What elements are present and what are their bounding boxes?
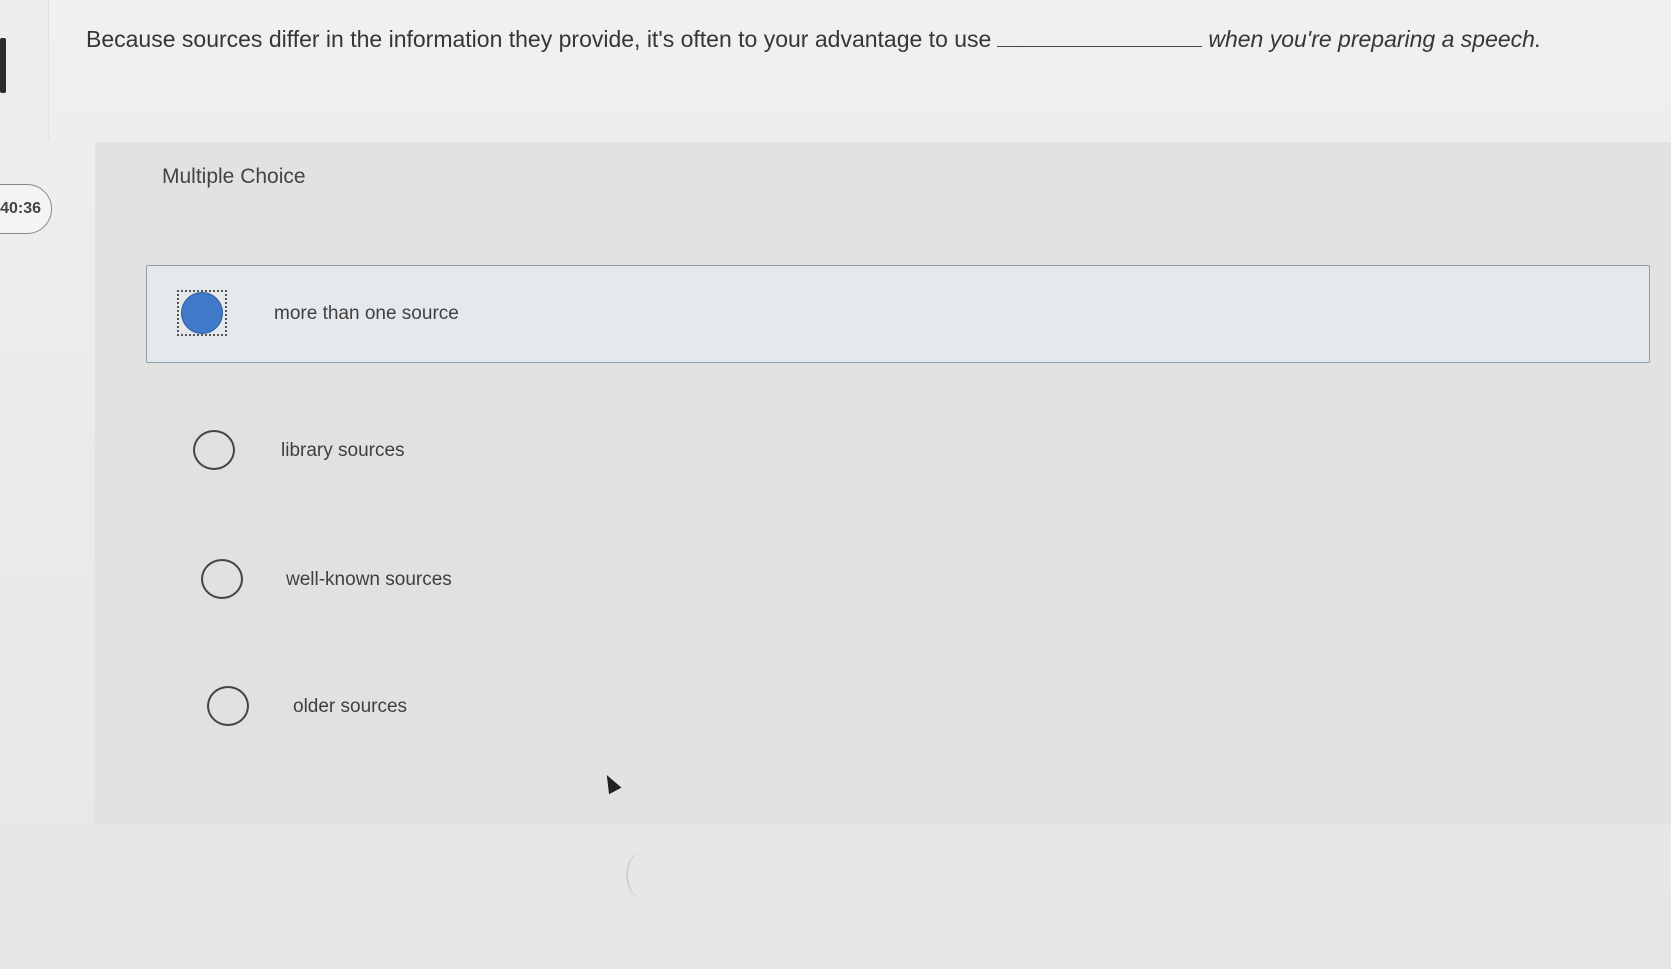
timer-badge[interactable]: 40:36 [0,184,52,234]
option-label: more than one source [274,303,459,324]
radio-button-selected[interactable] [181,292,223,334]
question-before: Because sources differ in the informatio… [86,26,992,52]
question-type-label: Multiple Choice [162,165,306,188]
answer-blank [997,28,1203,47]
radio-button[interactable] [193,430,235,470]
timer-text: 40:36 [0,200,41,217]
radio-button[interactable] [207,686,249,726]
screen-smudge [626,852,658,898]
option-label: well-known sources [286,569,452,590]
option-label: library sources [281,440,405,461]
question-after: when you're preparing a speech. [1208,26,1542,52]
option-label: older sources [293,696,408,717]
left-progress-marker [0,38,6,93]
left-panel-edge [0,0,49,140]
radio-button[interactable] [201,559,243,599]
option-well-known-sources[interactable]: well-known sources [165,528,1625,618]
option-more-than-one-source[interactable]: more than one source [146,265,1650,363]
option-older-sources[interactable]: older sources [170,655,1615,745]
option-library-sources[interactable]: library sources [160,400,1635,490]
question-text: Because sources differ in the informatio… [86,26,1656,53]
radio-focus-ring [177,290,227,336]
